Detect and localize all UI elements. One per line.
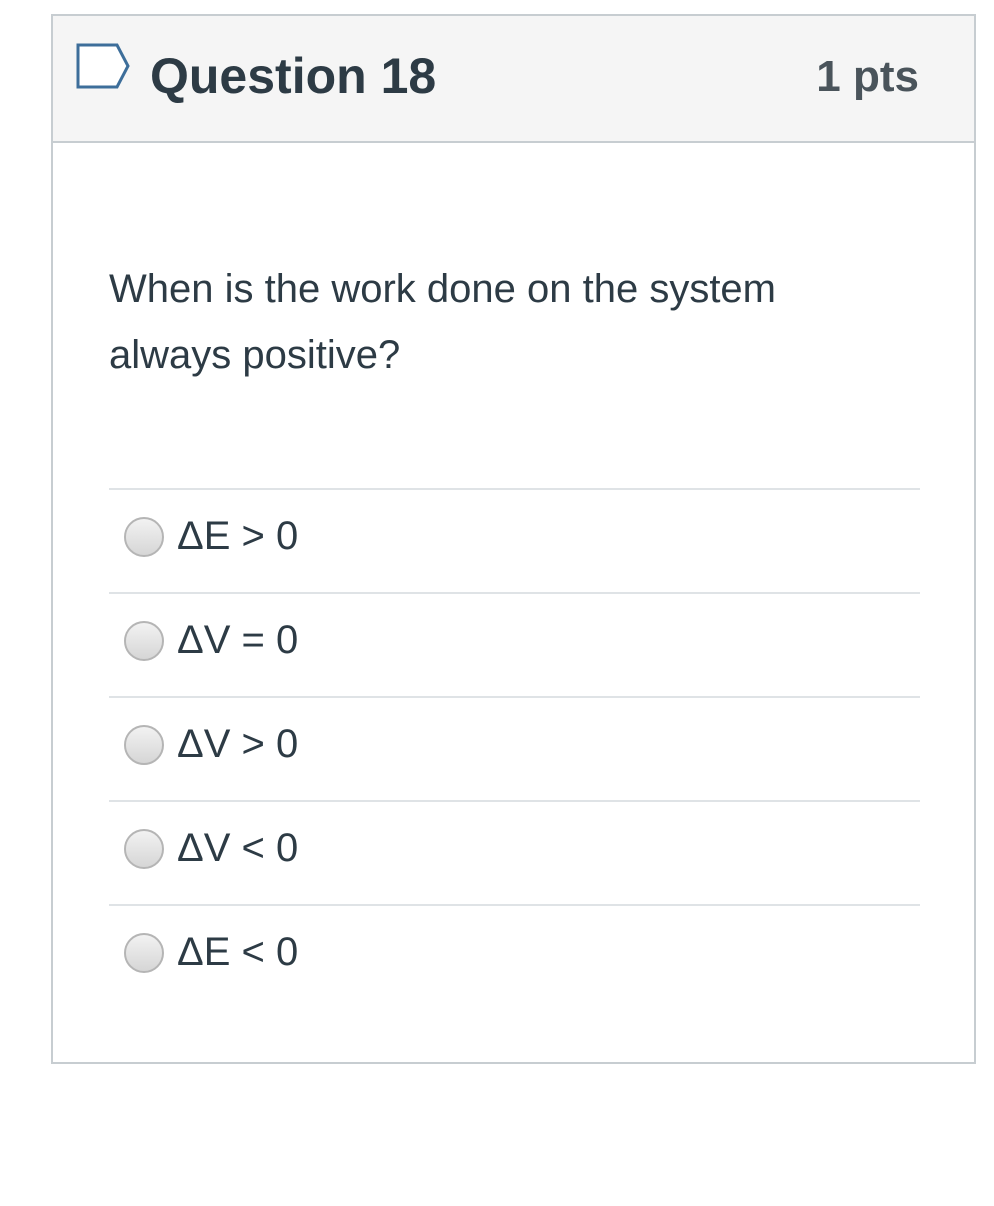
radio-button[interactable] (124, 621, 164, 661)
answer-label: ΔV > 0 (177, 722, 299, 766)
question-title: Question 18 (150, 48, 437, 104)
answer-option[interactable]: ΔV = 0 (109, 592, 920, 696)
radio-button[interactable] (124, 725, 164, 765)
question-header: Question 18 1 pts (53, 16, 974, 143)
radio-button[interactable] (124, 829, 164, 869)
answer-option[interactable]: ΔE < 0 (109, 904, 920, 1008)
answer-label: ΔV < 0 (177, 826, 299, 870)
radio-button[interactable] (124, 517, 164, 557)
answer-option[interactable]: ΔV < 0 (109, 800, 920, 904)
answer-label: ΔV = 0 (177, 618, 299, 662)
answer-list: ΔE > 0 ΔV = 0 ΔV > 0 ΔV < 0 ΔE < 0 (109, 488, 920, 1008)
question-text: When is the work done on the system alwa… (109, 267, 776, 377)
flag-icon[interactable] (75, 42, 131, 90)
answer-option[interactable]: ΔV > 0 (109, 696, 920, 800)
question-points: 1 pts (816, 52, 919, 101)
radio-button[interactable] (124, 933, 164, 973)
question-card: Question 18 1 pts When is the work done … (51, 14, 976, 1064)
answer-label: ΔE > 0 (177, 514, 299, 558)
answer-option[interactable]: ΔE > 0 (109, 488, 920, 592)
answer-label: ΔE < 0 (177, 930, 299, 974)
